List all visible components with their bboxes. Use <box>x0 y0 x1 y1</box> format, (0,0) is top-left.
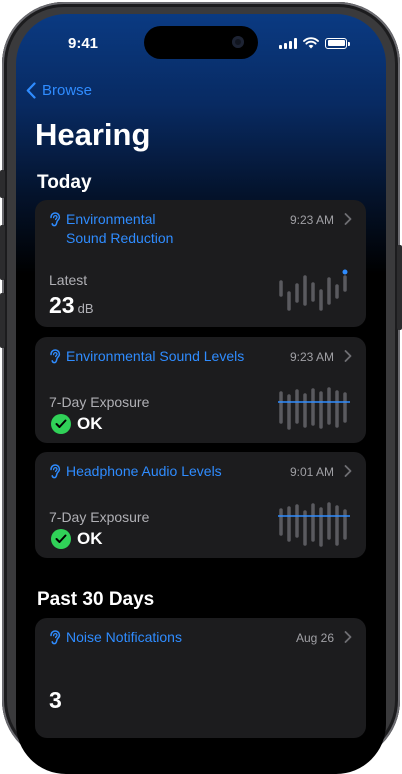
screen: 9:41 Browse Hearing Today Environmental <box>16 14 386 774</box>
card-noise-notifications[interactable]: Noise Notifications Aug 26 3 <box>35 618 366 738</box>
card-time: 9:23 AM <box>289 213 334 227</box>
card-title: Noise Notifications <box>66 629 182 645</box>
card-time: 9:01 AM <box>289 465 334 479</box>
status-time: 9:41 <box>68 35 99 52</box>
power-button <box>397 245 402 330</box>
metric-number: 23 <box>49 292 75 318</box>
card-header: Environmental Sound Levels <box>49 347 244 366</box>
volume-up-button <box>0 225 5 280</box>
chevron-left-icon <box>26 82 36 99</box>
card-title: Environmental Sound Levels <box>66 348 245 364</box>
metric-label: Latest <box>49 272 88 288</box>
chevron-right-icon <box>344 465 352 477</box>
exposure-status: OK <box>51 414 103 434</box>
exposure-status: OK <box>51 529 103 549</box>
status-text: OK <box>77 529 103 548</box>
metric-label: 7-Day Exposure <box>49 509 150 525</box>
action-button <box>0 170 5 198</box>
cellular-signal-icon <box>279 37 297 49</box>
front-camera <box>232 36 244 48</box>
ear-icon <box>50 630 61 645</box>
metric-unit: dB <box>77 301 94 316</box>
volume-down-button <box>0 293 5 348</box>
chevron-right-icon <box>344 631 352 643</box>
metric-value: 23 dB <box>49 292 94 319</box>
page-title: Hearing <box>35 117 151 152</box>
metric-label: 7-Day Exposure <box>49 394 150 410</box>
card-environmental-sound-reduction[interactable]: Environmental Sound Reduction 9:23 AM La… <box>35 200 366 327</box>
card-header: Noise Notifications <box>49 628 182 647</box>
battery-icon <box>325 37 350 49</box>
ear-icon <box>50 349 61 364</box>
sound-reduction-mini-chart <box>279 269 348 311</box>
chevron-right-icon <box>344 350 352 362</box>
card-title-line2: Sound Reduction <box>66 230 174 246</box>
status-icons <box>279 37 350 49</box>
card-header: Environmental Sound Reduction <box>49 210 173 248</box>
card-title-line1: Environmental <box>66 211 156 227</box>
card-environmental-sound-levels[interactable]: Environmental Sound Levels 9:23 AM 7-Day… <box>35 337 366 443</box>
card-title: Headphone Audio Levels <box>66 463 222 479</box>
sound-levels-mini-chart <box>278 387 350 430</box>
current-reading-dot <box>342 269 348 275</box>
chevron-right-icon <box>344 213 352 225</box>
card-headphone-audio-levels[interactable]: Headphone Audio Levels 9:01 AM 7-Day Exp… <box>35 452 366 558</box>
card-time: 9:23 AM <box>289 350 334 364</box>
checkmark-circle-icon <box>51 529 71 549</box>
wifi-icon <box>303 37 319 49</box>
ear-icon <box>50 464 61 479</box>
section-past-30-days: Past 30 Days <box>37 589 155 610</box>
back-label: Browse <box>42 82 93 99</box>
status-text: OK <box>77 414 103 433</box>
checkmark-circle-icon <box>51 414 71 434</box>
headphone-levels-mini-chart <box>278 502 350 547</box>
card-header: Headphone Audio Levels <box>49 462 222 481</box>
back-button[interactable]: Browse <box>26 82 92 99</box>
card-time: Aug 26 <box>295 631 334 645</box>
dynamic-island <box>144 26 258 59</box>
section-today: Today <box>37 172 92 193</box>
notification-count: 3 <box>49 687 62 713</box>
ear-icon <box>50 212 61 227</box>
